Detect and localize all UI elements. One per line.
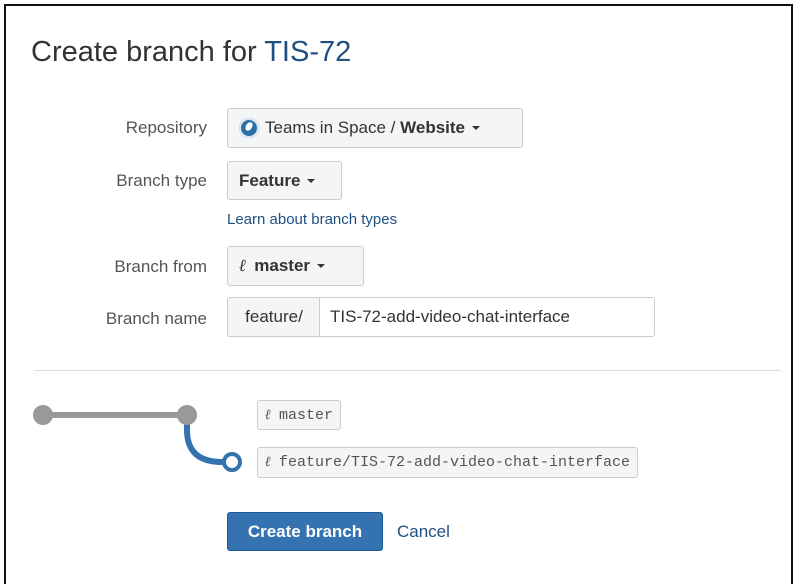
feature-branch-node [222, 452, 242, 472]
new-branch-name: feature/TIS-72-add-video-chat-interface [278, 454, 631, 471]
branch-diagram [33, 405, 242, 472]
master-start-node [33, 405, 53, 425]
branch-icon: ℓ [265, 406, 271, 423]
new-branch-tag: ℓ feature/TIS-72-add-video-chat-interfac… [257, 447, 639, 478]
source-branch-name: master [278, 406, 333, 424]
branch-icon: ℓ [265, 454, 271, 470]
master-head-node [177, 405, 197, 425]
create-branch-button[interactable]: Create branch [227, 512, 383, 551]
cancel-link[interactable]: Cancel [397, 522, 450, 542]
source-branch-tag: ℓ master [257, 400, 341, 430]
